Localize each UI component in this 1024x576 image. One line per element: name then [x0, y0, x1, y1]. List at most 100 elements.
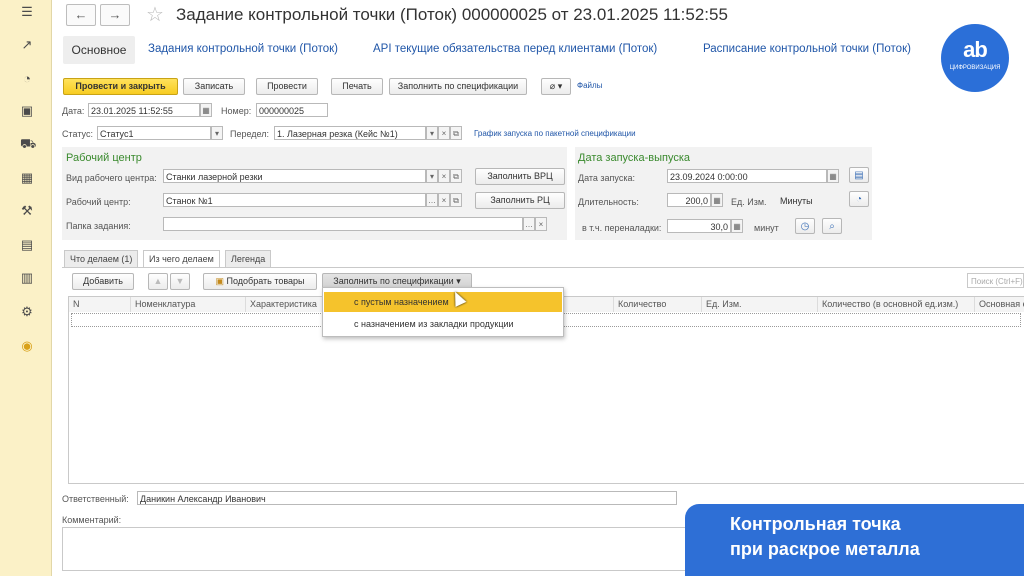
- work-center-type-label: Вид рабочего центра:: [66, 173, 157, 183]
- calendar-button[interactable]: ▦: [200, 103, 212, 117]
- task-folder-clear[interactable]: ×: [535, 217, 547, 231]
- work-center-select[interactable]: …: [426, 193, 438, 207]
- subtab-legend[interactable]: Легенда: [225, 250, 272, 267]
- fill-spec-dropdown-menu: с пустым назначением с назначением из за…: [322, 287, 564, 337]
- setup-unit: минут: [754, 223, 779, 233]
- subtab-divider: [62, 267, 1024, 268]
- sidebar: ☰ ↗ ◔ ▣ ⛟ ▦ ⚒ ▤ ▥ ⚙ ◉: [0, 0, 52, 576]
- documents-icon[interactable]: ▤: [20, 238, 34, 252]
- caption-banner: Контрольная точка при раскрое металла: [685, 504, 1024, 576]
- fill-by-spec-button[interactable]: Заполнить по спецификации: [389, 78, 527, 95]
- pick-goods-label: Подобрать товары: [226, 276, 305, 286]
- work-center-open[interactable]: ⧉: [450, 193, 462, 207]
- col-quantity-base[interactable]: Количество (в основной ед.изм.): [818, 297, 975, 312]
- status-dropdown-button[interactable]: ▾: [211, 126, 223, 140]
- work-center-type-open[interactable]: ⧉: [450, 169, 462, 183]
- redistribution-open-button[interactable]: ⧉: [450, 126, 462, 140]
- setup-calc-button[interactable]: ▦: [731, 219, 743, 233]
- schedule-link[interactable]: График запуска по пакетной спецификации: [474, 129, 636, 138]
- files-link[interactable]: Файлы: [577, 81, 602, 90]
- back-button[interactable]: ←: [66, 4, 96, 26]
- menu-item-empty-purpose[interactable]: с пустым назначением: [324, 292, 562, 312]
- task-folder-label: Папка задания:: [66, 221, 131, 231]
- tab-main[interactable]: Основное: [63, 36, 135, 64]
- post-and-close-button[interactable]: Провести и закрыть: [63, 78, 178, 95]
- tab-checkpoint-tasks[interactable]: Задания контрольной точки (Поток): [148, 43, 338, 55]
- work-center-field[interactable]: Станок №1: [163, 193, 426, 207]
- setup-field[interactable]: 30,0: [667, 219, 731, 233]
- launch-title: Дата запуска-выпуска: [578, 152, 690, 164]
- duration-label: Длительность:: [578, 197, 639, 207]
- attach-dropdown-button[interactable]: ⌀ ▾: [541, 78, 571, 95]
- save-button[interactable]: Записать: [183, 78, 245, 95]
- col-base-unit[interactable]: Основная ед.: [975, 297, 1024, 312]
- status-field[interactable]: Статус1: [97, 126, 211, 140]
- chart-up-icon[interactable]: ↗: [20, 38, 34, 52]
- comment-textarea[interactable]: [62, 527, 704, 571]
- menu-item-purpose-from-products[interactable]: с назначением из закладки продукции: [324, 314, 562, 334]
- status-label: Статус:: [62, 129, 93, 139]
- number-field[interactable]: 000000025: [256, 103, 328, 117]
- fill-rc-button[interactable]: Заполнить РЦ: [475, 192, 565, 209]
- col-unit[interactable]: Ед. Изм.: [702, 297, 818, 312]
- cart-icon[interactable]: ⛟: [20, 137, 36, 151]
- responsible-field[interactable]: Даникин Александр Иванович: [137, 491, 677, 505]
- clock-icon[interactable]: ◷: [795, 218, 815, 234]
- redistribution-dropdown-button[interactable]: ▾: [426, 126, 438, 140]
- caption-line1: Контрольная точка: [730, 514, 901, 534]
- print-button[interactable]: Печать: [331, 78, 383, 95]
- duration-field[interactable]: 200,0: [667, 193, 711, 207]
- gear-icon[interactable]: ⚙: [20, 305, 34, 319]
- tools-icon[interactable]: ⚒: [20, 204, 34, 218]
- search-input[interactable]: Поиск (Ctrl+F): [967, 273, 1024, 288]
- redistribution-field[interactable]: 1. Лазерная резка (Кейс №1): [274, 126, 426, 140]
- duration-calc-button[interactable]: ▦: [711, 193, 723, 207]
- grid-icon[interactable]: ▦: [20, 171, 34, 185]
- add-button[interactable]: Добавить: [72, 273, 134, 290]
- zoom-icon[interactable]: ⌕: [822, 218, 842, 234]
- bag-small-icon: ▣: [215, 276, 227, 286]
- subtab-what-we-make[interactable]: Что делаем (1): [64, 250, 139, 267]
- fill-vrc-button[interactable]: Заполнить ВРЦ: [475, 168, 565, 185]
- logo-mark: ab: [963, 37, 988, 62]
- move-down-button[interactable]: ▼: [170, 273, 190, 290]
- menu-icon[interactable]: ☰: [20, 5, 34, 19]
- launch-date-calendar[interactable]: ▦: [827, 169, 839, 183]
- comment-label: Комментарий:: [62, 515, 122, 525]
- unit-field: Минуты: [777, 193, 840, 207]
- work-center-type-field[interactable]: Станки лазерной резки: [163, 169, 426, 183]
- task-folder-select[interactable]: …: [523, 217, 535, 231]
- favorite-star-icon[interactable]: ☆: [146, 2, 164, 27]
- caption-line2: при раскрое металла: [730, 539, 920, 559]
- setup-label: в т.ч. переналадки:: [582, 223, 662, 233]
- task-folder-field[interactable]: [163, 217, 523, 231]
- col-quantity[interactable]: Количество: [614, 297, 702, 312]
- move-up-button[interactable]: ▲: [148, 273, 168, 290]
- chevron-down-icon: ▾: [453, 276, 461, 286]
- tab-checkpoint-schedule[interactable]: Расписание контрольной точки (Поток): [703, 43, 911, 55]
- bag-icon[interactable]: ▣: [20, 104, 34, 118]
- circle-logo-icon[interactable]: ◉: [20, 339, 34, 353]
- redistribution-clear-button[interactable]: ×: [438, 126, 450, 140]
- launch-date-field[interactable]: 23.09.2024 0:00:00: [667, 169, 827, 183]
- page-title: Задание контрольной точки (Поток) 000000…: [176, 5, 728, 24]
- bar-chart-icon[interactable]: ▥: [20, 271, 34, 285]
- pie-chart-button-icon[interactable]: ◔: [849, 191, 869, 207]
- calendar-copy-icon[interactable]: ▤: [849, 167, 869, 183]
- work-center-type-dropdown[interactable]: ▾: [426, 169, 438, 183]
- col-n[interactable]: N: [69, 297, 131, 312]
- post-button[interactable]: Провести: [256, 78, 318, 95]
- launch-date-label: Дата запуска:: [578, 173, 635, 183]
- date-field[interactable]: 23.01.2025 11:52:55: [88, 103, 200, 117]
- pie-chart-icon[interactable]: ◔: [20, 72, 34, 86]
- work-center-type-clear[interactable]: ×: [438, 169, 450, 183]
- subtab-from-what[interactable]: Из чего делаем: [143, 250, 220, 268]
- brand-logo: ab ЦИФРОВИЗАЦИЯ: [941, 24, 1009, 92]
- forward-button[interactable]: →: [100, 4, 130, 26]
- work-center-clear[interactable]: ×: [438, 193, 450, 207]
- work-center-label: Рабочий центр:: [66, 197, 131, 207]
- col-nomenclature[interactable]: Номенклатура: [131, 297, 246, 312]
- work-center-title: Рабочий центр: [66, 152, 142, 164]
- pick-goods-button[interactable]: ▣ Подобрать товары: [203, 273, 317, 290]
- tab-api-obligations[interactable]: API текущие обязательства перед клиентам…: [373, 43, 657, 55]
